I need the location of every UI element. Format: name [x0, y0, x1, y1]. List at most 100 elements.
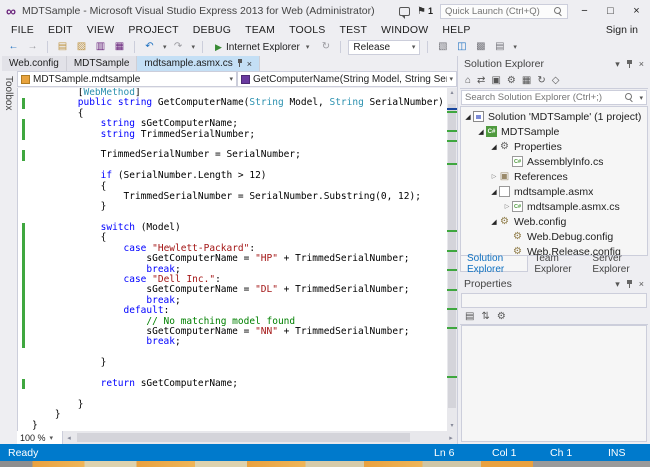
vscroll-thumb[interactable] — [448, 104, 456, 408]
collapse-arrow-icon[interactable]: ◢ — [476, 128, 486, 136]
close-icon[interactable]: × — [639, 279, 644, 289]
menu-help[interactable]: HELP — [435, 24, 477, 36]
menu-project[interactable]: PROJECT — [121, 24, 185, 36]
vscroll-track[interactable] — [447, 98, 457, 421]
collapse-arrow-icon[interactable]: ◢ — [463, 113, 473, 121]
close-icon[interactable]: × — [639, 59, 644, 69]
view-code-icon[interactable]: ◇ — [552, 73, 560, 88]
quick-launch-input[interactable]: Quick Launch (Ctrl+Q) — [440, 4, 568, 19]
properties-window-icon[interactable]: ▤ — [492, 39, 507, 55]
extensions-icon[interactable]: ▩ — [473, 39, 488, 55]
home-icon[interactable]: ⌂ — [465, 73, 471, 88]
redo-icon[interactable]: ↷ — [171, 39, 186, 55]
menu-view[interactable]: VIEW — [80, 24, 122, 36]
tree-item-web-debug-config[interactable]: ⚙Web.Debug.config — [461, 229, 647, 244]
undo-icon[interactable]: ↶ — [142, 39, 157, 55]
menu-team[interactable]: TEAM — [238, 24, 282, 36]
menu-edit[interactable]: EDIT — [41, 24, 80, 36]
pin-icon[interactable] — [626, 60, 633, 69]
feedback-icon[interactable] — [399, 7, 410, 16]
menu-window[interactable]: WINDOW — [374, 24, 435, 36]
expand-arrow-icon[interactable]: ▷ — [502, 203, 512, 210]
code-line: TrimmedSerialNumber = SerialNumber; — [18, 150, 447, 160]
class-dropdown[interactable]: MDTSample.mdtsample ▾ — [17, 71, 237, 87]
open-file-icon[interactable]: ▨ — [74, 39, 89, 55]
menu-test[interactable]: TEST — [332, 24, 374, 36]
collapse-arrow-icon[interactable]: ◢ — [489, 218, 499, 226]
window-position-icon[interactable]: ▾ — [615, 279, 620, 290]
refresh-icon[interactable]: ↻ — [318, 39, 333, 55]
sync-with-active-document-icon[interactable]: ⇄ — [477, 73, 485, 88]
properties-grid — [461, 325, 647, 442]
properties-icon[interactable]: ⚙ — [507, 73, 516, 88]
categorized-icon[interactable]: ▤ — [465, 309, 474, 324]
save-all-icon[interactable]: ▦ — [112, 39, 127, 55]
show-all-files-icon[interactable]: ▦ — [522, 73, 531, 88]
nav-back-icon[interactable]: ← — [6, 39, 21, 55]
collapse-arrow-icon[interactable]: ◢ — [489, 143, 499, 151]
save-icon[interactable]: ▥ — [93, 39, 108, 55]
windows-taskbar[interactable] — [0, 461, 650, 467]
close-icon[interactable]: × — [247, 59, 252, 69]
solution-explorer-toolbar-icon[interactable]: ◫ — [454, 39, 469, 55]
find-in-files-icon[interactable]: ▧ — [435, 39, 450, 55]
method-dropdown[interactable]: GetComputerName(String Model, String Ser… — [237, 71, 457, 87]
pin-icon[interactable] — [626, 280, 633, 289]
start-debug-button[interactable]: ▶ Internet Explorer ▾ — [210, 42, 314, 53]
solution-configuration-combo[interactable]: Release ▾ — [348, 40, 420, 55]
change-annotation-mark — [447, 111, 457, 113]
pin-icon[interactable] — [237, 59, 243, 68]
doc-tab-mdtsample-asmx-cs[interactable]: mdtsample.asmx.cs× — [137, 56, 260, 71]
undo-dropdown-icon[interactable]: ▾ — [163, 43, 167, 51]
menu-tools[interactable]: TOOLS — [282, 24, 332, 36]
panel-tab-team-explorer[interactable]: Team Explorer — [528, 256, 586, 272]
collapse-arrow-icon[interactable]: ◢ — [489, 188, 499, 196]
tree-item-properties[interactable]: ◢⚙Properties — [461, 139, 647, 154]
tree-item-mdtsample[interactable]: ◢C#MDTSample — [461, 124, 647, 139]
sign-in-link[interactable]: Sign in — [606, 24, 646, 36]
tree-item-mdtsample-asmx-cs[interactable]: ▷C#mdtsample.asmx.cs — [461, 199, 647, 214]
scroll-down-icon[interactable]: ▾ — [447, 421, 457, 431]
scroll-up-icon[interactable]: ▴ — [447, 88, 457, 98]
scroll-right-icon[interactable]: ▸ — [445, 434, 457, 442]
maximize-button[interactable]: □ — [601, 5, 620, 17]
zoom-level-combo[interactable]: 100 % ▾ — [17, 431, 63, 444]
doc-tab-web-config[interactable]: Web.config — [2, 56, 67, 71]
scroll-left-icon[interactable]: ◂ — [63, 434, 75, 442]
alphabetical-icon[interactable]: ⇅ — [481, 309, 489, 324]
quick-launch-placeholder: Quick Launch (Ctrl+Q) — [445, 6, 554, 17]
solution-explorer-search-input[interactable]: Search Solution Explorer (Ctrl+;) ▾ — [461, 90, 647, 105]
refresh-icon[interactable]: ↻ — [537, 73, 545, 88]
tree-item-references[interactable]: ▷▣References — [461, 169, 647, 184]
doc-tab-mdtsample[interactable]: MDTSample — [67, 56, 138, 71]
method-icon — [241, 75, 250, 84]
properties-object-combo[interactable] — [461, 293, 647, 308]
close-button[interactable]: × — [627, 5, 646, 17]
tree-item-mdtsample-asmx[interactable]: ◢mdtsample.asmx — [461, 184, 647, 199]
collapse-all-icon[interactable]: ▣ — [491, 73, 500, 88]
code-text: } — [32, 421, 38, 431]
panel-tab-solution-explorer[interactable]: Solution Explorer — [460, 256, 528, 272]
tree-item-assemblyinfo-cs[interactable]: C#AssemblyInfo.cs — [461, 154, 647, 169]
property-pages-icon[interactable]: ⚙ — [497, 309, 506, 324]
document-tab-bar: Web.configMDTSamplemdtsample.asmx.cs× — [0, 56, 457, 71]
redo-dropdown-icon[interactable]: ▾ — [192, 43, 196, 51]
panel-tab-server-explorer[interactable]: Server Explorer — [586, 256, 648, 272]
new-file-icon[interactable]: ▤ — [55, 39, 70, 55]
tree-item-web-config[interactable]: ◢⚙Web.config — [461, 214, 647, 229]
code-editor[interactable]: [WebMethod] public string GetComputerNam… — [17, 88, 447, 431]
minimize-button[interactable]: − — [575, 5, 594, 17]
window-position-icon[interactable]: ▾ — [615, 59, 620, 70]
hscroll-thumb[interactable] — [77, 433, 410, 442]
menu-file[interactable]: FILE — [4, 24, 41, 36]
menu-debug[interactable]: DEBUG — [186, 24, 238, 36]
toolbox-tab[interactable]: Toolbox — [0, 71, 17, 444]
editor-horizontal-scrollbar[interactable]: 100 % ▾ ◂ ▸ — [17, 431, 457, 444]
hscroll-track[interactable] — [75, 431, 445, 444]
nav-forward-icon[interactable]: → — [25, 39, 40, 55]
toolbar-overflow-icon[interactable]: ▾ — [513, 43, 517, 51]
editor-vertical-scrollbar[interactable]: ▴ ▾ — [447, 88, 457, 431]
expand-arrow-icon[interactable]: ▷ — [489, 173, 499, 180]
tree-item-solution-mdtsample-1-project[interactable]: ◢Solution 'MDTSample' (1 project) — [461, 109, 647, 124]
notifications-flag-icon[interactable]: ⚑ 1 — [417, 6, 433, 17]
